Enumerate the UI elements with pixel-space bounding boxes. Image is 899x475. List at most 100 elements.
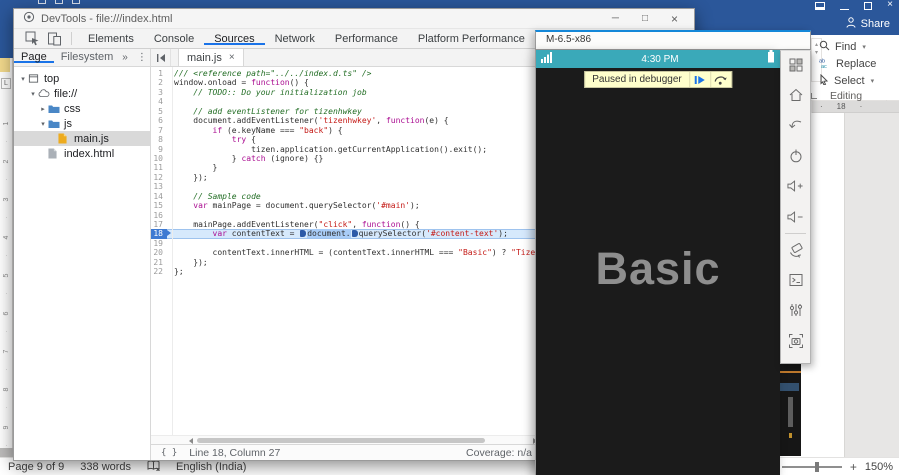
volume-up-icon[interactable]	[787, 178, 805, 194]
code-text[interactable]: // TODO:: Do your initialization job	[167, 88, 367, 97]
line-number[interactable]: 8	[151, 135, 167, 144]
code-line[interactable]: 21 });	[151, 258, 540, 267]
pretty-print-icon[interactable]: { }	[161, 448, 177, 458]
line-number[interactable]: 2	[151, 78, 167, 87]
code-text[interactable]: tizen.application.getCurrentApplication(…	[167, 145, 487, 154]
code-line[interactable]: 9 tizen.application.getCurrentApplicatio…	[151, 145, 540, 154]
line-number[interactable]: 13	[151, 182, 167, 191]
code-text[interactable]: });	[167, 173, 208, 182]
line-number[interactable]: 15	[151, 201, 167, 210]
line-number[interactable]: 9	[151, 145, 167, 154]
tree-item-index-html[interactable]: index.html	[14, 146, 150, 161]
rotate-icon[interactable]	[787, 242, 805, 258]
find-button[interactable]: Find ▾	[819, 38, 897, 55]
zoom-slider-thumb[interactable]	[815, 462, 819, 472]
scrollbar-thumb[interactable]	[197, 438, 485, 443]
code-text[interactable]: mainPage.addEventListener("click", funct…	[167, 220, 420, 229]
code-line[interactable]: 18 var contentText = document.querySelec…	[151, 229, 540, 238]
line-number[interactable]: 1	[151, 69, 167, 78]
select-button[interactable]: Select ▾	[819, 72, 897, 89]
code-line[interactable]: 20 contentText.innerHTML = (contentText.…	[151, 248, 540, 257]
code-line[interactable]: 11 }	[151, 163, 540, 172]
share-button[interactable]: Share	[846, 17, 890, 31]
line-number[interactable]: 22	[151, 267, 167, 276]
code-line[interactable]: 6 document.addEventListener('tizenhwkey'…	[151, 116, 540, 125]
devtools-maximize-button[interactable]: □	[642, 13, 648, 24]
navigator-tab-page[interactable]: Page	[14, 51, 54, 63]
code-text[interactable]: /// <reference path="../../index.d.ts" /…	[167, 69, 371, 78]
line-number[interactable]: 3	[151, 88, 167, 97]
emulator-titlebar[interactable]: M-6.5-x86	[535, 30, 811, 50]
line-number[interactable]: 7	[151, 126, 167, 135]
code-line[interactable]: 7 if (e.keyName === "back") {	[151, 126, 540, 135]
line-number[interactable]: 4	[151, 97, 167, 106]
page-count[interactable]: Page 9 of 9	[8, 461, 64, 473]
shell-icon[interactable]	[787, 272, 805, 288]
code-text[interactable]: document.addEventListener('tizenhwkey', …	[167, 116, 449, 125]
power-icon[interactable]	[787, 148, 805, 164]
tree-item-top[interactable]: ▾top	[14, 71, 150, 86]
word-close-button[interactable]: ×	[887, 0, 893, 10]
disclosure-arrow-icon[interactable]: ▾	[28, 90, 38, 98]
continue-to-here-icon[interactable]	[300, 230, 306, 237]
home-icon[interactable]	[787, 87, 805, 103]
line-number[interactable]: 6	[151, 116, 167, 125]
code-line[interactable]: 12 });	[151, 173, 540, 182]
emulator-screen[interactable]: 4:30 PM Paused in debugger Basic	[535, 50, 780, 475]
tab-stop-selector[interactable]: L	[1, 78, 11, 89]
line-number[interactable]: 16	[151, 211, 167, 220]
tree-item-css[interactable]: ▸css	[14, 101, 150, 116]
code-text[interactable]: try {	[167, 135, 256, 144]
line-number[interactable]: 12	[151, 173, 167, 182]
device-toolbar-icon[interactable]	[47, 31, 62, 46]
code-text[interactable]: window.onload = function() {	[167, 78, 309, 87]
inspect-element-icon[interactable]	[25, 31, 40, 46]
back-icon[interactable]	[787, 118, 805, 134]
code-text[interactable]	[167, 182, 174, 191]
code-line[interactable]: 14 // Sample code	[151, 192, 540, 201]
undo-icon[interactable]	[55, 0, 63, 4]
volume-down-icon[interactable]	[787, 208, 805, 224]
disclosure-arrow-icon[interactable]: ▸	[38, 105, 48, 113]
code-line[interactable]: 19	[151, 239, 540, 248]
redo-icon[interactable]	[72, 0, 80, 4]
devtools-tab-performance[interactable]: Performance	[325, 33, 408, 45]
devtools-tab-console[interactable]: Console	[144, 33, 204, 45]
code-line[interactable]: 1/// <reference path="../../index.d.ts" …	[151, 69, 540, 78]
devtools-tab-platform-performance[interactable]: Platform Performance	[408, 33, 535, 45]
line-number[interactable]: 21	[151, 258, 167, 267]
devtools-tab-sources[interactable]: Sources	[204, 33, 264, 45]
line-number[interactable]: 10	[151, 154, 167, 163]
devtools-titlebar[interactable]: DevTools - file:///index.html ─ □ ×	[14, 9, 694, 29]
devtools-tab-elements[interactable]: Elements	[78, 33, 144, 45]
line-number[interactable]: 18	[151, 229, 167, 238]
code-line[interactable]: 15 var mainPage = document.querySelector…	[151, 201, 540, 210]
code-text[interactable]	[167, 239, 174, 248]
code-line[interactable]: 13	[151, 182, 540, 191]
word-minimize-button[interactable]	[840, 2, 849, 10]
control-panel-icon[interactable]	[787, 302, 805, 318]
replace-button[interactable]: abac Replace	[819, 55, 897, 72]
tree-item-main-js[interactable]: main.js	[14, 131, 150, 146]
line-number[interactable]: 17	[151, 220, 167, 229]
code-line[interactable]: 22};	[151, 267, 540, 276]
code-text[interactable]: var contentText = document.querySelector…	[167, 229, 508, 238]
code-text[interactable]	[167, 211, 174, 220]
resume-script-button[interactable]	[689, 72, 710, 87]
tree-item-js[interactable]: ▾js	[14, 116, 150, 131]
devtools-close-button[interactable]: ×	[671, 12, 678, 26]
code-text[interactable]: if (e.keyName === "back") {	[167, 126, 343, 135]
navigator-tab-filesystem[interactable]: Filesystem	[54, 51, 121, 63]
code-line[interactable]: 16	[151, 211, 540, 220]
line-number[interactable]: 20	[151, 248, 167, 257]
word-restore-button[interactable]	[864, 2, 872, 10]
disclosure-arrow-icon[interactable]: ▾	[38, 120, 48, 128]
line-number[interactable]: 11	[151, 163, 167, 172]
code-text[interactable]	[167, 97, 174, 106]
proofing-icon[interactable]	[147, 460, 160, 474]
code-text[interactable]: // Sample code	[167, 192, 261, 201]
code-text[interactable]: var mainPage = document.querySelector('#…	[167, 201, 420, 210]
line-number[interactable]: 5	[151, 107, 167, 116]
app-grid-icon[interactable]	[787, 57, 805, 73]
save-icon[interactable]	[38, 0, 46, 4]
